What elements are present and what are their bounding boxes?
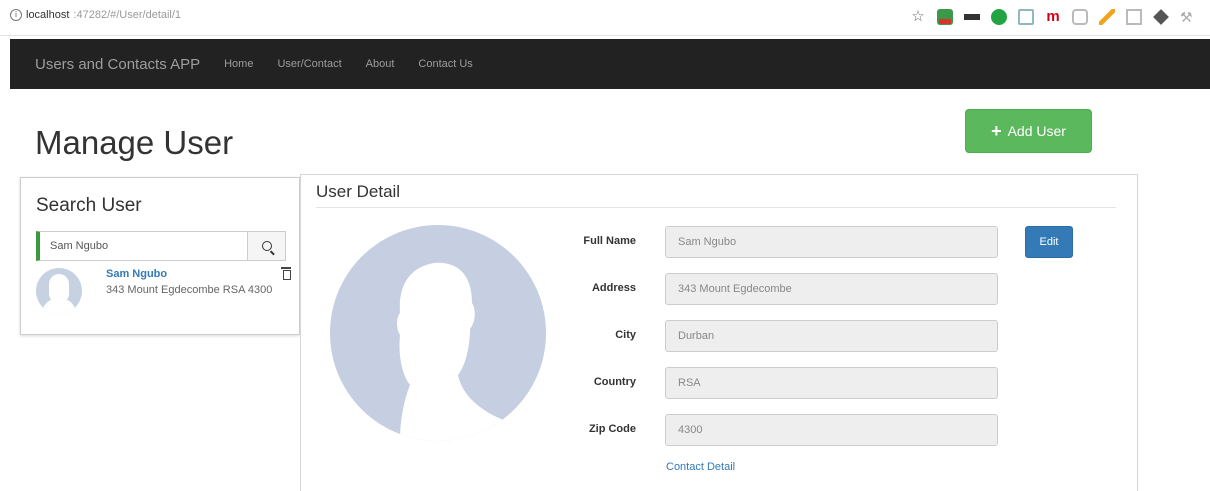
full-name-field[interactable]: Sam Ngubo (665, 226, 998, 258)
m-icon[interactable]: m (1045, 9, 1061, 25)
green-box-icon[interactable] (937, 9, 953, 25)
label-zip-code: Zip Code (588, 423, 636, 435)
avatar (36, 268, 82, 314)
search-button[interactable] (248, 231, 286, 261)
detail-title: User Detail (316, 182, 401, 201)
info-icon[interactable]: i (10, 9, 22, 21)
contact-detail-link[interactable]: Contact Detail (666, 461, 735, 473)
search-title: Search User (36, 195, 142, 216)
nav-link-contact-us[interactable]: Contact Us (418, 58, 472, 70)
label-full-name: Full Name (583, 235, 636, 247)
country-field[interactable]: RSA (665, 367, 998, 399)
add-user-button[interactable]: + Add User (965, 109, 1092, 153)
trash-icon[interactable] (281, 267, 291, 280)
star-icon[interactable]: ☆ (910, 9, 926, 25)
plus-icon: + (991, 121, 1002, 141)
flag-icon[interactable] (964, 14, 980, 20)
hex-icon[interactable] (1072, 9, 1088, 25)
search-icon (261, 241, 272, 251)
check-icon[interactable] (991, 9, 1007, 25)
nav-link-user-contact[interactable]: User/Contact (277, 58, 341, 70)
browser-toolbar: i localhost:47282/#/User/detail/1 ☆ m ⚒ (0, 0, 1210, 36)
navbar-brand[interactable]: Users and Contacts APP (35, 56, 200, 73)
zip-code-field[interactable]: 4300 (665, 414, 998, 446)
label-address: Address (591, 282, 636, 294)
detail-panel: User Detail Full Name Sam Ngubo Address … (300, 174, 1138, 491)
divider (316, 207, 1116, 208)
url-path: :47282/#/User/detail/1 (73, 9, 182, 21)
doc-icon[interactable] (1018, 9, 1034, 25)
extension-bar: ☆ m ⚒ (910, 9, 1196, 25)
grid-icon[interactable] (1126, 9, 1142, 25)
result-address: 343 Mount Egdecombe RSA 4300 (106, 284, 273, 296)
nav-link-home[interactable]: Home (224, 58, 253, 70)
address-bar[interactable]: i localhost:47282/#/User/detail/1 (10, 9, 181, 21)
result-name[interactable]: Sam Ngubo (106, 268, 167, 280)
wrench-icon[interactable]: ⚒ (1180, 9, 1196, 25)
list-item[interactable]: Sam Ngubo 343 Mount Egdecombe RSA 4300 (36, 266, 291, 326)
search-panel: Search User Sam Ngubo 343 Mount Egdecomb… (20, 177, 300, 335)
label-city: City (615, 329, 636, 341)
edit-button[interactable]: Edit (1025, 226, 1073, 258)
search-group (36, 231, 286, 261)
add-user-label: Add User (1007, 123, 1066, 139)
page-title: Manage User (35, 124, 234, 161)
nav-link-about[interactable]: About (366, 58, 395, 70)
navbar: Users and Contacts APP Home User/Contact… (10, 39, 1210, 89)
search-input[interactable] (36, 231, 248, 261)
eraser-icon[interactable] (1153, 9, 1169, 25)
url-host: localhost (26, 9, 70, 21)
pen-icon[interactable] (1099, 9, 1115, 25)
user-avatar (330, 225, 546, 441)
person-silhouette-icon (397, 262, 506, 441)
city-field[interactable]: Durban (665, 320, 998, 352)
address-field[interactable]: 343 Mount Egdecombe (665, 273, 998, 305)
label-country: Country (593, 376, 636, 388)
